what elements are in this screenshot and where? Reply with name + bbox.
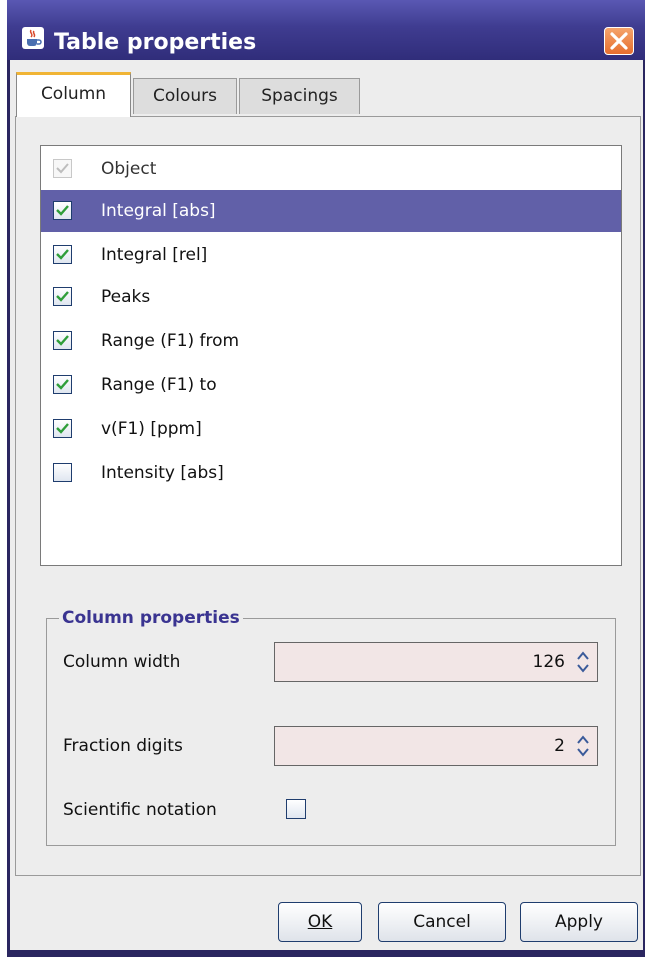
list-item-label: v(F1) [ppm] [101,419,202,439]
spin-buttons[interactable] [573,647,593,677]
list-item-intensity-abs[interactable]: Intensity [abs] [41,452,621,494]
spin-buttons[interactable] [573,731,593,761]
checkbox-integral-abs[interactable] [53,201,72,220]
list-item-integral-rel[interactable]: Integral [rel] [41,234,621,276]
dialog-title: Table properties [54,30,257,55]
scientific-notation-checkbox[interactable] [286,799,306,819]
ok-button-label: OK [307,912,333,932]
cancel-button[interactable]: Cancel [378,902,506,942]
spin-down-icon [577,664,589,673]
tab-colours-label: Colours [152,86,217,106]
checkbox-integral-rel[interactable] [53,245,72,264]
tab-column-label: Column [40,84,107,104]
tab-spacings-label: Spacings [261,86,338,106]
scientific-notation-label: Scientific notation [63,800,217,820]
ok-button[interactable]: OK [278,902,362,942]
fraction-digits-label: Fraction digits [63,736,183,756]
list-item-label: Peaks [101,287,151,307]
checkbox-intensity-abs[interactable] [53,463,72,482]
dialog-content: Column Colours Spacings Object Integral … [10,60,643,950]
columns-list[interactable]: Object Integral [abs] Integral [rel] Pea… [40,145,622,566]
check-icon [56,163,69,174]
column-tab-panel: Object Integral [abs] Integral [rel] Pea… [15,116,641,876]
title-bar[interactable]: Table properties [7,0,645,60]
check-icon [56,335,69,346]
column-width-label: Column width [63,652,181,672]
column-width-spinner[interactable]: 126 [274,642,598,682]
list-item-label: Integral [abs] [101,201,216,221]
list-item-range-from[interactable]: Range (F1) from [41,320,621,362]
list-item-label: Intensity [abs] [101,463,224,483]
check-icon [56,379,69,390]
check-icon [56,205,69,216]
cancel-button-label: Cancel [413,912,471,932]
spin-down-icon [577,748,589,757]
check-icon [56,291,69,302]
list-item-integral-abs[interactable]: Integral [abs] [41,190,621,232]
fraction-digits-spinner[interactable]: 2 [274,726,598,766]
column-properties-group: Column properties Column width 126 Fract… [46,607,616,846]
list-item-label: Range (F1) to [101,375,217,395]
checkbox-range-from[interactable] [53,331,72,350]
list-item-peaks[interactable]: Peaks [41,276,621,318]
java-cup-icon [22,27,44,49]
column-width-value: 126 [532,652,565,672]
apply-button[interactable]: Apply [520,902,638,942]
list-item-vf1-ppm[interactable]: v(F1) [ppm] [41,408,621,450]
list-item-label: Range (F1) from [101,331,240,351]
list-item-object[interactable]: Object [41,148,621,190]
list-item-label: Object [101,159,157,179]
checkbox-object[interactable] [53,159,72,178]
checkbox-range-to[interactable] [53,375,72,394]
tab-column[interactable]: Column [16,72,131,117]
list-item-range-to[interactable]: Range (F1) to [41,364,621,406]
apply-button-label: Apply [555,912,603,932]
check-icon [56,249,69,260]
list-item-label: Integral [rel] [101,245,208,265]
table-properties-dialog: Table properties Column Colours Spacings [7,0,645,957]
checkbox-peaks[interactable] [53,287,72,306]
fraction-digits-value: 2 [554,736,565,756]
check-icon [56,423,69,434]
group-title: Column properties [59,607,243,629]
spin-up-icon [577,651,589,660]
spin-up-icon [577,735,589,744]
close-icon [610,32,628,50]
tab-spacings[interactable]: Spacings [239,78,360,114]
close-button[interactable] [604,27,634,55]
tab-colours[interactable]: Colours [133,78,237,114]
checkbox-vf1-ppm[interactable] [53,419,72,438]
